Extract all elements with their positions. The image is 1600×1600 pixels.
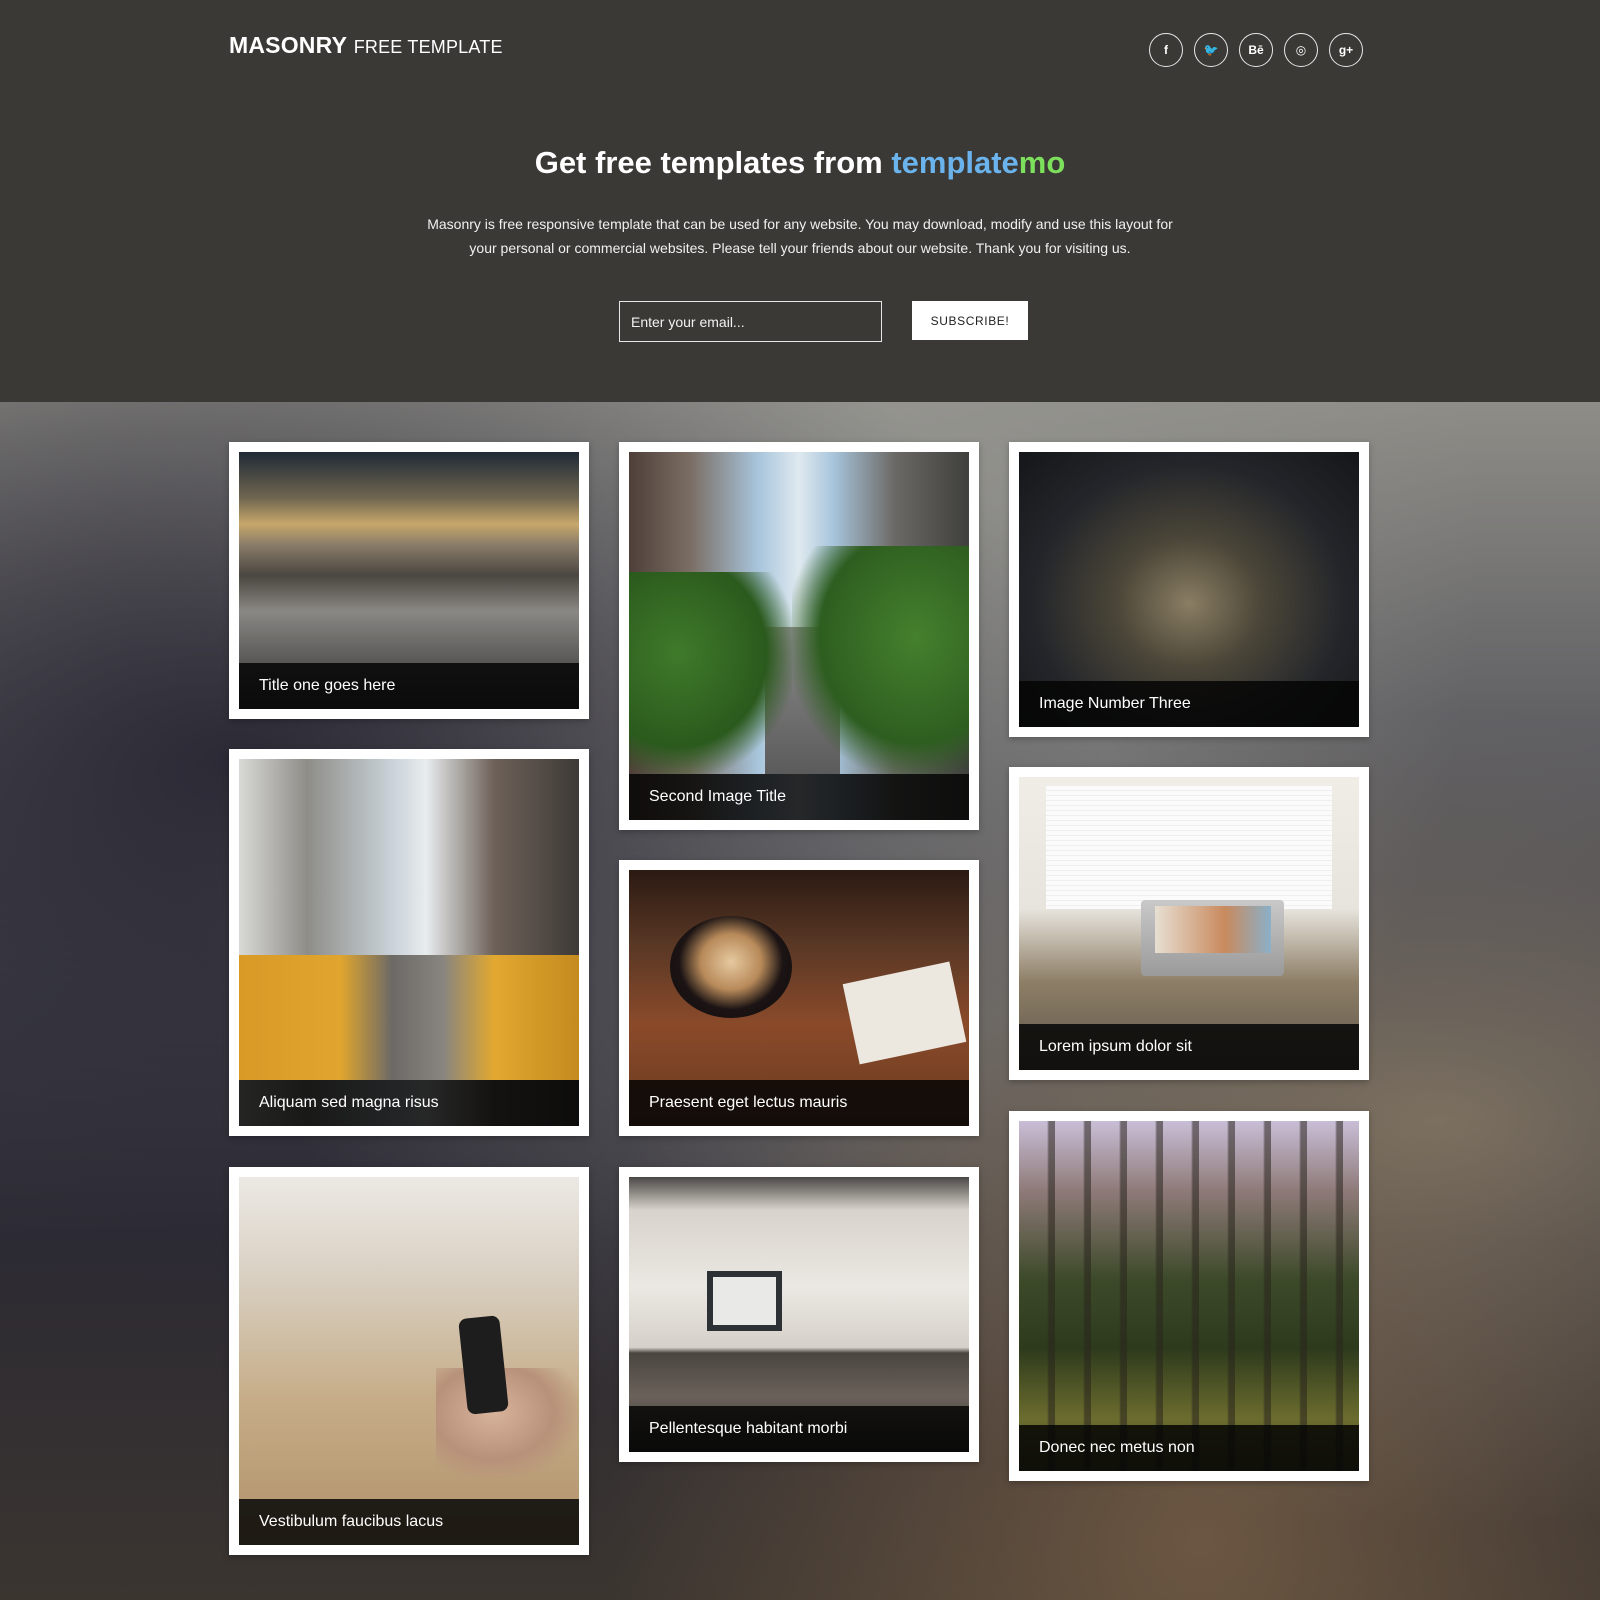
email-input[interactable] bbox=[619, 301, 882, 342]
hero-title-accent-mo: mo bbox=[1018, 145, 1066, 180]
photo-detail-coffee-cup bbox=[669, 916, 793, 1019]
gallery-caption-4: Aliquam sed magna risus bbox=[239, 1080, 579, 1126]
gallery-card-9[interactable]: Donec nec metus non bbox=[1009, 1111, 1369, 1481]
gallery-photo-2: Second Image Title bbox=[629, 452, 969, 820]
brand-light: FREE TEMPLATE bbox=[353, 37, 503, 57]
photo-detail-trees-right bbox=[792, 545, 969, 774]
brand-bold: MASONRY bbox=[229, 32, 348, 58]
gallery-caption-2: Second Image Title bbox=[629, 774, 969, 820]
gallery-caption-6: Lorem ipsum dolor sit bbox=[1019, 1024, 1359, 1070]
twitter-icon[interactable]: 🐦 bbox=[1194, 33, 1228, 67]
gallery-caption-7: Vestibulum faucibus lacus bbox=[239, 1499, 579, 1545]
photo-detail-picture-frame bbox=[707, 1270, 782, 1331]
hero-title-accent-template: template bbox=[891, 145, 1019, 180]
gallery-photo-3: Image Number Three bbox=[1019, 452, 1359, 727]
gallery-photo-6: Lorem ipsum dolor sit bbox=[1019, 777, 1359, 1070]
site-logo[interactable]: MASONRY FREE TEMPLATE bbox=[229, 32, 503, 59]
gallery-photo-7: Vestibulum faucibus lacus bbox=[239, 1177, 579, 1545]
gallery-caption-8: Pellentesque habitant morbi bbox=[629, 1406, 969, 1452]
hero-title-prefix: Get free templates from bbox=[534, 145, 892, 180]
photo-detail-taxis bbox=[239, 955, 579, 1080]
facebook-icon[interactable]: f bbox=[1149, 33, 1183, 67]
gallery-photo-1: Title one goes here bbox=[239, 452, 579, 709]
gallery-caption-3: Image Number Three bbox=[1019, 681, 1359, 727]
photo-detail-receipts bbox=[842, 961, 967, 1065]
photo-detail-window-blinds bbox=[1046, 785, 1332, 909]
gallery-photo-9: Donec nec metus non bbox=[1019, 1121, 1359, 1471]
gallery-photo-5: Praesent eget lectus mauris bbox=[629, 870, 969, 1126]
gallery-caption-9: Donec nec metus non bbox=[1019, 1425, 1359, 1471]
gallery-caption-1: Title one goes here bbox=[239, 663, 579, 709]
dribbble-icon[interactable]: ◎ bbox=[1284, 33, 1318, 67]
behance-icon[interactable]: Bē bbox=[1239, 33, 1273, 67]
social-links: f 🐦 Bē ◎ g+ bbox=[1149, 33, 1363, 67]
gallery-card-7[interactable]: Vestibulum faucibus lacus bbox=[229, 1167, 589, 1555]
photo-detail-phone bbox=[458, 1314, 510, 1415]
hero-description: Masonry is free responsive template that… bbox=[427, 216, 1173, 256]
hero-section: MASONRY FREE TEMPLATE f 🐦 Bē ◎ g+ Get fr… bbox=[0, 0, 1600, 402]
gallery-card-3[interactable]: Image Number Three bbox=[1009, 442, 1369, 737]
gallery-caption-5: Praesent eget lectus mauris bbox=[629, 1080, 969, 1126]
gallery-card-5[interactable]: Praesent eget lectus mauris bbox=[619, 860, 979, 1136]
google-plus-icon[interactable]: g+ bbox=[1329, 33, 1363, 67]
gallery-card-1[interactable]: Title one goes here bbox=[229, 442, 589, 719]
gallery-card-2[interactable]: Second Image Title bbox=[619, 442, 979, 830]
photo-detail-tree-trunks bbox=[1019, 1121, 1359, 1471]
gallery-card-6[interactable]: Lorem ipsum dolor sit bbox=[1009, 767, 1369, 1080]
gallery-card-8[interactable]: Pellentesque habitant morbi bbox=[619, 1167, 979, 1462]
subscribe-button[interactable]: SUBSCRIBE! bbox=[912, 301, 1028, 340]
photo-detail-hand bbox=[436, 1368, 579, 1479]
hero-title: Get free templates from templatemo bbox=[0, 145, 1600, 181]
photo-detail-laptop-screen bbox=[1155, 905, 1271, 953]
gallery-card-4[interactable]: Aliquam sed magna risus bbox=[229, 749, 589, 1136]
gallery-photo-8: Pellentesque habitant morbi bbox=[629, 1177, 969, 1452]
photo-detail-trees-left bbox=[629, 571, 793, 774]
gallery-photo-4: Aliquam sed magna risus bbox=[239, 759, 579, 1126]
